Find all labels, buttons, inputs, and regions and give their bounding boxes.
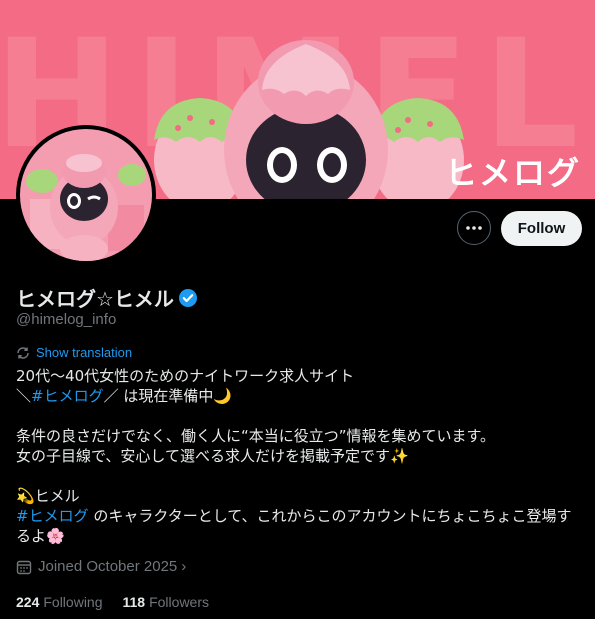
profile-name-row: ヒメログ☆ヒメル <box>16 283 198 312</box>
bio-line: ＼#ヒメログ／ は現在準備中🌙 <box>16 386 576 406</box>
bio-line: 💫ヒメル <box>16 487 80 505</box>
bio-text: のキャラクターとして、これからこのアカウントにちょこちょこ登場す <box>88 507 572 525</box>
hashtag-link[interactable]: #ヒメログ <box>31 387 104 405</box>
joined-date[interactable]: Joined October 2025 › <box>16 558 186 575</box>
hashtag-link[interactable]: #ヒメログ <box>16 507 89 525</box>
followers-label: Followers <box>149 594 209 610</box>
banner-logo: ヒメログ <box>444 154 581 192</box>
follow-stats: 224 Following 118 Followers <box>16 594 229 610</box>
more-dots-icon <box>466 226 482 230</box>
bio-line: るよ🌸 <box>16 527 65 545</box>
bio-line: 女の子目線で、安心して選べる求人だけを掲載予定です✨ <box>16 447 409 465</box>
following-link[interactable]: 224 Following <box>16 594 103 610</box>
bio-text: ／ は現在準備中🌙 <box>103 387 233 405</box>
translate-icon <box>17 346 29 359</box>
bio-line: 20代〜40代女性のためのナイトワーク求人サイト <box>16 367 355 385</box>
follow-button[interactable]: Follow <box>501 211 582 246</box>
bio-line: #ヒメログ のキャラクターとして、これからこのアカウントにちょこちょこ登場す <box>16 506 576 526</box>
bio-line: 条件の良さだけでなく、働く人に“本当に役立つ”情報を集めています。 <box>16 427 496 445</box>
joined-label: Joined October 2025 <box>38 558 178 575</box>
more-options-button[interactable] <box>457 211 491 245</box>
profile-bio: 20代〜40代女性のためのナイトワーク求人サイト ＼#ヒメログ／ は現在準備中🌙… <box>16 366 576 546</box>
calendar-icon <box>16 560 32 574</box>
verified-badge-icon[interactable] <box>178 288 198 308</box>
avatar[interactable] <box>16 125 156 265</box>
following-count: 224 <box>16 594 40 610</box>
show-translation-link[interactable]: Show translation <box>16 345 132 360</box>
followers-link[interactable]: 118 Followers <box>123 594 210 610</box>
chevron-right-icon: › <box>181 558 187 575</box>
profile-name: ヒメログ☆ヒメル <box>16 287 174 311</box>
profile-handle: @himelog_info <box>16 311 117 328</box>
followers-count: 118 <box>122 594 146 610</box>
bio-text: ＼ <box>16 387 32 405</box>
avatar-image <box>20 129 152 261</box>
show-translation-label: Show translation <box>36 345 133 360</box>
following-label: Following <box>43 594 103 610</box>
